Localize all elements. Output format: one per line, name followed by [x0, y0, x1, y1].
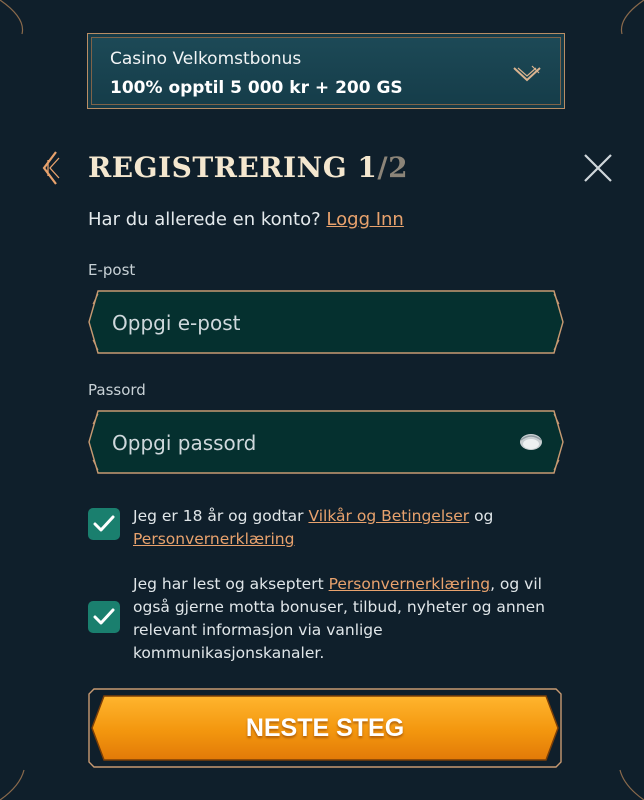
- chevron-down-icon[interactable]: [512, 64, 542, 84]
- password-input[interactable]: [110, 424, 514, 462]
- email-label: E-post: [88, 261, 136, 279]
- terms-text-before: Jeg er 18 år og godtar: [133, 507, 304, 525]
- eye-icon[interactable]: [518, 430, 544, 454]
- checkmark-icon: [93, 608, 115, 625]
- next-step-button[interactable]: NESTE STEG: [88, 688, 562, 768]
- frame-ornament: [0, 0, 644, 800]
- terms-consent-row: Jeg er 18 år og godtar Vilkår og Betinge…: [88, 505, 568, 551]
- page-title: Registrering 1/2: [88, 148, 408, 188]
- login-link[interactable]: Logg Inn: [326, 209, 403, 230]
- checkmark-icon: [93, 515, 115, 532]
- chevron-left-icon[interactable]: [40, 150, 62, 186]
- close-icon[interactable]: [582, 152, 614, 184]
- terms-text-mid: og: [474, 507, 494, 525]
- email-field-wrapper: [88, 290, 564, 354]
- password-field-wrapper: [88, 410, 564, 474]
- email-input[interactable]: [110, 304, 514, 342]
- terms-link[interactable]: Vilkår og Betingelser: [308, 507, 469, 525]
- title-main: Registrering 1: [88, 151, 378, 184]
- login-prompt-text: Har du allerede en konto?: [88, 209, 321, 230]
- login-prompt: Har du allerede en konto? Logg Inn: [88, 209, 404, 230]
- title-total-steps: 2: [388, 151, 409, 184]
- terms-checkbox[interactable]: [88, 508, 120, 540]
- marketing-text-before: Jeg har lest og akseptert: [133, 575, 324, 593]
- password-label: Passord: [88, 381, 146, 399]
- marketing-checkbox[interactable]: [88, 601, 120, 633]
- privacy-link[interactable]: Personvernerklæring: [133, 530, 294, 548]
- title-separator: /: [377, 151, 389, 184]
- marketing-privacy-link[interactable]: Personvernerklæring: [329, 575, 490, 593]
- bonus-title: Casino Velkomstbonus: [110, 49, 302, 69]
- terms-consent-text: Jeg er 18 år og godtar Vilkår og Betinge…: [133, 505, 565, 551]
- marketing-consent-row: Jeg har lest og akseptert Personvernerkl…: [88, 573, 568, 665]
- next-step-label: NESTE STEG: [245, 714, 405, 742]
- welcome-bonus-dropdown[interactable]: Casino Velkomstbonus 100% opptil 5 000 k…: [87, 33, 565, 109]
- marketing-consent-text: Jeg har lest og akseptert Personvernerkl…: [133, 573, 565, 665]
- bonus-offer: 100% opptil 5 000 kr + 200 GS: [110, 78, 403, 98]
